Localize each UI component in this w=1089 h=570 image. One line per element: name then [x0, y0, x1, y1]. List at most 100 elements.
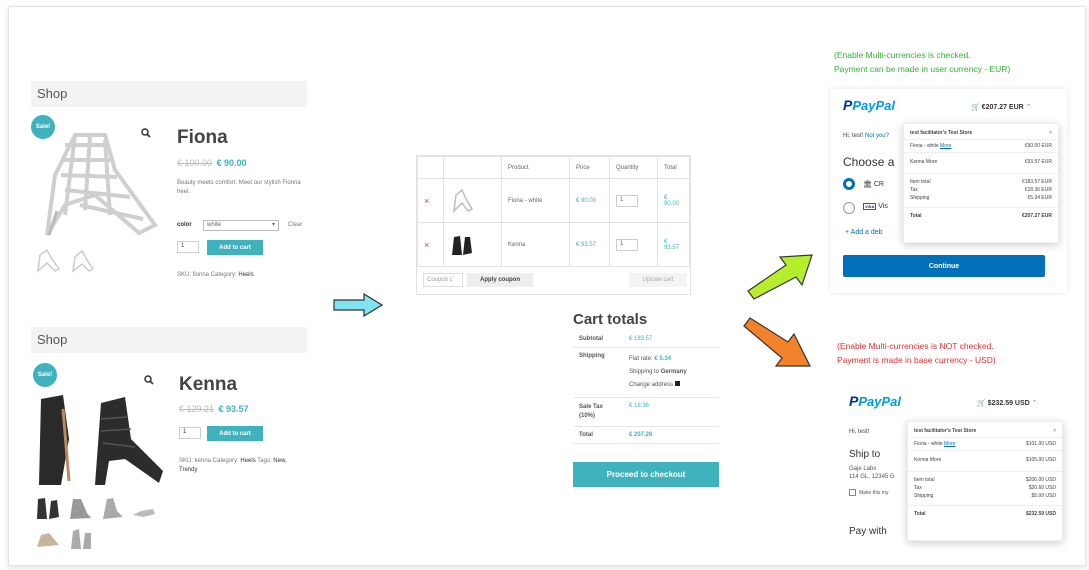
- thumbnail-3[interactable]: [99, 495, 125, 521]
- thumbnail-1[interactable]: [35, 495, 61, 521]
- pay-with-heading: Pay with: [849, 526, 887, 537]
- thumbnail-5[interactable]: [35, 525, 61, 551]
- arrow-down-right-icon: [743, 317, 811, 367]
- quantity-input[interactable]: 1: [616, 238, 638, 251]
- total-row: Total €207.27 EUR: [904, 207, 1058, 222]
- product-thumb[interactable]: [443, 178, 502, 223]
- product-name[interactable]: Fiona - white: [501, 178, 570, 223]
- continue-button[interactable]: Continue: [843, 255, 1045, 277]
- category-link[interactable]: Heels: [238, 272, 253, 278]
- greeting: Hi, test! Not you?: [843, 133, 889, 139]
- shipping-row: Shipping $5.99 USD: [908, 492, 1062, 505]
- item-total-value: $206.00 USD: [1025, 477, 1056, 483]
- item-total-row: Item total €183.57 EUR: [904, 178, 1058, 186]
- radio-selected[interactable]: [843, 178, 855, 190]
- thumbnail-2[interactable]: [69, 247, 95, 273]
- make-default-checkbox[interactable]: Make this my: [849, 489, 888, 496]
- kenna-thumb-image: [452, 235, 472, 255]
- more-link[interactable]: More: [944, 441, 955, 447]
- color-select[interactable]: white ▾: [203, 220, 279, 231]
- cart-table-wrapper: Product Price Quantity Total × Fiona - w…: [416, 155, 691, 295]
- cart-summary-toggle[interactable]: 🛒 $232.59 USD ⌃: [977, 399, 1038, 407]
- coupon-input[interactable]: Coupon c: [423, 273, 463, 287]
- close-icon[interactable]: ×: [1049, 130, 1052, 136]
- item-total-value: €183.57 EUR: [1021, 179, 1052, 185]
- sku-line: SKU: fionna Category: Heels: [177, 271, 254, 280]
- shipping-to-label: Shipping to: [629, 369, 660, 375]
- product-title: Fiona: [177, 127, 228, 148]
- total-value: € 207.26: [623, 426, 719, 444]
- thumbnail-4[interactable]: [131, 495, 157, 521]
- chevron-up-icon: ⌃: [1031, 400, 1038, 407]
- not-you-link[interactable]: Not you?: [865, 133, 889, 139]
- tax-row: Tax $20.60 USD: [908, 484, 1062, 492]
- thumbnail-1[interactable]: [35, 247, 61, 273]
- kenna-shoe-image[interactable]: [35, 389, 167, 489]
- visa-option[interactable]: VISA Vis: [863, 203, 888, 210]
- price-cell: € 90.00: [569, 178, 610, 223]
- update-cart-button[interactable]: Update cart: [629, 273, 687, 287]
- apply-coupon-button[interactable]: Apply coupon: [467, 273, 533, 287]
- magnifier-icon[interactable]: [141, 128, 151, 138]
- sale-price: € 93.57: [218, 404, 249, 414]
- add-to-cart-button[interactable]: Add to cart: [207, 240, 263, 255]
- cart-icon: 🛒: [971, 104, 980, 111]
- clear-link[interactable]: Clear: [288, 221, 302, 230]
- item-total-label: Item total: [914, 477, 935, 483]
- subtotal-label: Subtotal: [573, 331, 623, 348]
- item-name: Fiona - white: [914, 441, 943, 447]
- radio-unselected[interactable]: [843, 202, 855, 214]
- screenshot-frame: Shop Sale! Fiona € 100.00 € 90.00 Beauty…: [8, 6, 1086, 566]
- tax-value: $20.60 USD: [1028, 485, 1056, 491]
- sale-badge: Sale!: [33, 363, 57, 387]
- close-icon[interactable]: ×: [1053, 428, 1056, 434]
- change-address-link[interactable]: Change address: [629, 382, 673, 388]
- order-summary-popup: test facilitator's Test Store × Fiona - …: [903, 123, 1059, 243]
- multicurrency-disabled-note: (Enable Multi-currencies is NOT checked.…: [837, 339, 996, 367]
- remove-icon[interactable]: ×: [417, 222, 444, 267]
- paypal-wordmark: PayPal: [852, 98, 895, 113]
- chevron-down-icon: ▾: [271, 222, 275, 228]
- product-thumb[interactable]: [443, 222, 502, 267]
- category-link[interactable]: Heels: [240, 458, 255, 464]
- magnifier-icon[interactable]: [144, 375, 154, 385]
- quantity-input[interactable]: 1: [179, 427, 201, 439]
- total-value: €207.27 EUR: [1021, 213, 1052, 219]
- add-card-link[interactable]: + Add a deb: [845, 229, 883, 236]
- quantity-input[interactable]: 1: [616, 194, 638, 207]
- bank-option[interactable]: 🏛 CR: [863, 180, 884, 188]
- thumbnail-6[interactable]: [67, 525, 93, 551]
- proceed-to-checkout-button[interactable]: Proceed to checkout: [573, 462, 719, 487]
- product-description: Beauty meets comfort. Meet our stylish F…: [177, 180, 301, 195]
- tags-label: Tags:: [257, 458, 272, 464]
- quantity-input[interactable]: 1: [177, 241, 199, 253]
- tax-label: Tax: [910, 187, 918, 193]
- choose-heading: Choose a: [843, 155, 895, 169]
- arrow-right-icon: [333, 293, 384, 317]
- paypal-usd-panel: PPayPal 🛒 $232.59 USD ⌃ Hi, test! Ship t…: [841, 385, 1067, 555]
- total-row: Total € 207.26: [573, 426, 719, 444]
- shipping-details: Flat rate: € 5.34 Shipping to Germany Ch…: [623, 347, 719, 398]
- add-to-cart-button[interactable]: Add to cart: [207, 426, 263, 441]
- col-remove: [417, 156, 444, 179]
- col-quantity: Quantity: [609, 156, 658, 179]
- cart-summary-toggle[interactable]: 🛒 €207.27 EUR ⌃: [971, 103, 1032, 111]
- flat-rate-value: € 5.34: [654, 356, 672, 362]
- paypal-wordmark: PayPal: [858, 394, 901, 409]
- total-label: Total: [914, 511, 926, 517]
- more-link[interactable]: More: [940, 143, 951, 149]
- total-label: Total: [910, 213, 922, 219]
- old-price: € 100.00: [177, 158, 213, 168]
- subtotal-row: Subtotal € 183.57: [573, 331, 719, 348]
- item-price: €90.00 EUR: [1024, 143, 1052, 149]
- paypal-mark-icon: P: [843, 97, 853, 113]
- table-row: × Fiona - white € 90.00 1 € 90.00: [417, 178, 690, 223]
- thumbnail-strip: [35, 495, 157, 521]
- greeting: Hi, test!: [849, 429, 870, 435]
- thumbnail-2[interactable]: [67, 495, 93, 521]
- plus-icon: +: [845, 229, 850, 236]
- remove-icon[interactable]: ×: [417, 178, 444, 223]
- checkbox-icon: [849, 489, 856, 496]
- product-name[interactable]: Kenna: [501, 222, 570, 267]
- total-value: $232.59 USD: [1025, 511, 1056, 517]
